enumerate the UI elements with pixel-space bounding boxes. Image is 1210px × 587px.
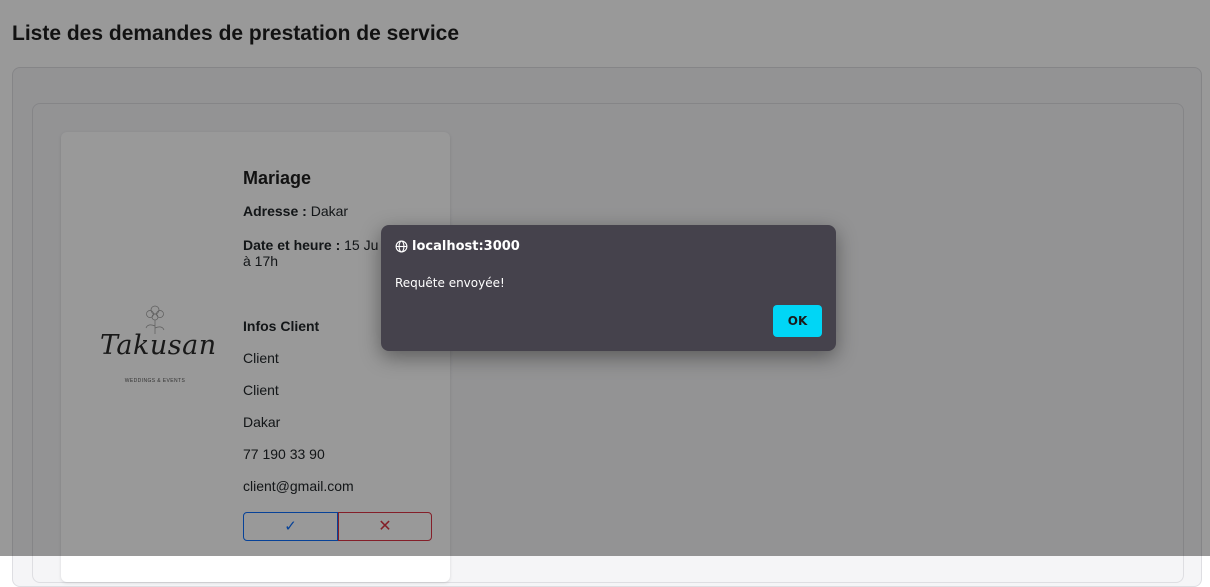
ok-button[interactable]: OK — [773, 305, 822, 337]
dialog-origin-text: localhost:3000 — [412, 239, 520, 254]
alert-dialog: localhost:3000 Requête envoyée! OK — [381, 225, 836, 351]
globe-icon — [395, 240, 408, 253]
dialog-origin: localhost:3000 — [395, 239, 520, 254]
dialog-message: Requête envoyée! — [395, 276, 505, 290]
